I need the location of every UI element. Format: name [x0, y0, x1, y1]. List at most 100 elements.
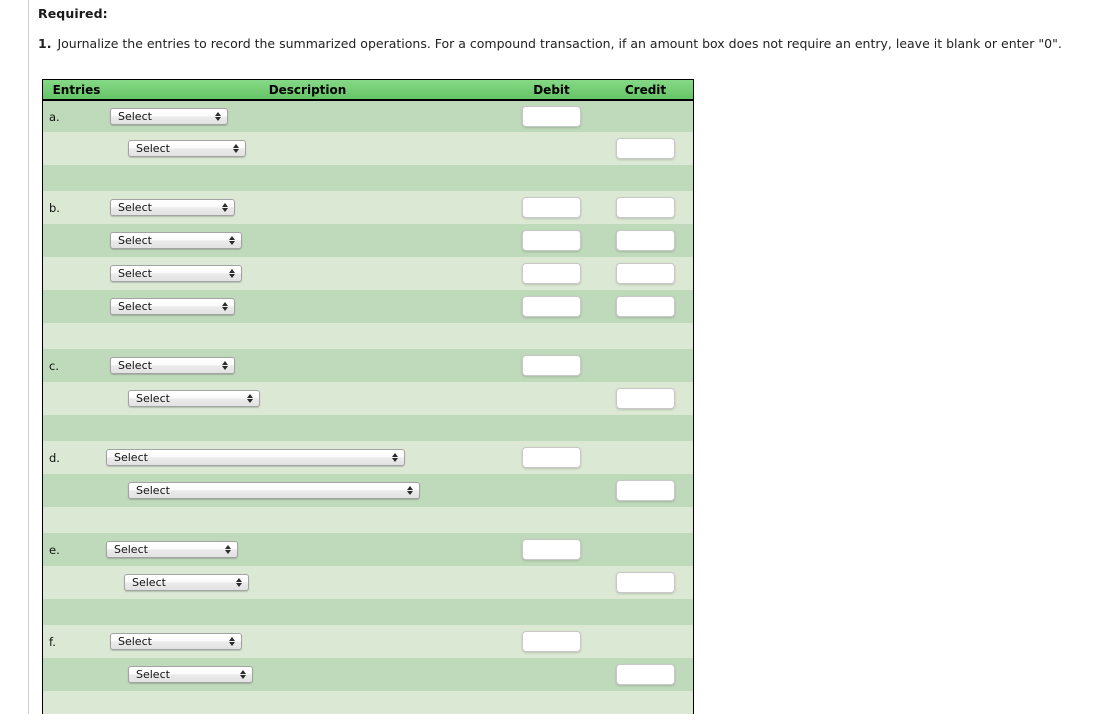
- table-spacer-row: [43, 165, 693, 191]
- cell-credit: [598, 441, 693, 474]
- table-spacer-row: [43, 691, 693, 714]
- account-select-label: Select: [136, 484, 170, 497]
- cell-debit: [505, 415, 598, 441]
- cell-description: Select: [110, 625, 505, 658]
- select-stepper-arrows-icon: [222, 542, 233, 557]
- account-select[interactable]: Select: [110, 199, 235, 216]
- cell-entries: c.: [43, 349, 110, 382]
- account-select[interactable]: Select: [110, 633, 242, 650]
- credit-amount-input[interactable]: [616, 138, 675, 159]
- debit-amount-input[interactable]: [522, 539, 581, 560]
- cell-description: Select: [110, 349, 505, 382]
- account-select[interactable]: Select: [110, 357, 235, 374]
- cell-description: Select: [110, 224, 505, 257]
- account-select-label: Select: [118, 300, 152, 313]
- credit-amount-input[interactable]: [616, 230, 675, 251]
- table-row: Select: [43, 224, 693, 257]
- account-select-label: Select: [136, 668, 170, 681]
- select-stepper-arrows-icon: [226, 634, 237, 649]
- credit-amount-input[interactable]: [616, 197, 675, 218]
- select-stepper-arrows-icon: [404, 483, 415, 498]
- table-row: c. Select: [43, 349, 693, 382]
- cell-credit: [598, 474, 693, 507]
- cell-entries: b.: [43, 191, 110, 224]
- journal-entry-table: Entries Description Debit Credit a. Selec…: [42, 79, 694, 714]
- credit-amount-input[interactable]: [616, 480, 675, 501]
- cell-description: Select: [110, 566, 505, 599]
- debit-amount-input[interactable]: [522, 296, 581, 317]
- credit-amount-input[interactable]: [616, 388, 675, 409]
- account-select[interactable]: Select: [128, 482, 420, 499]
- cell-description: Select: [110, 474, 505, 507]
- column-header-debit: Debit: [533, 82, 570, 97]
- cell-entries: d.: [43, 441, 110, 474]
- cell-debit: [505, 441, 598, 474]
- account-select[interactable]: Select: [110, 265, 242, 282]
- table-row: a. Select: [43, 101, 693, 132]
- credit-amount-input[interactable]: [616, 572, 675, 593]
- table-row: b. Select: [43, 191, 693, 224]
- cell-debit: [505, 599, 598, 625]
- account-select-label: Select: [118, 267, 152, 280]
- cell-credit: [598, 257, 693, 290]
- table-row: Select: [43, 132, 693, 165]
- cell-entries: [43, 415, 110, 441]
- debit-amount-input[interactable]: [522, 355, 581, 376]
- instruction-number: 1.: [38, 36, 52, 51]
- cell-debit: [505, 132, 598, 165]
- entry-letter: f.: [49, 634, 56, 649]
- cell-description: [110, 323, 505, 349]
- cell-description: Select: [106, 441, 505, 474]
- debit-amount-input[interactable]: [522, 631, 581, 652]
- cell-entries: [43, 224, 110, 257]
- cell-credit: [598, 566, 693, 599]
- account-select[interactable]: Select: [128, 390, 260, 407]
- debit-amount-input[interactable]: [522, 197, 581, 218]
- credit-amount-input[interactable]: [616, 664, 675, 685]
- account-select[interactable]: Select: [128, 666, 253, 683]
- debit-amount-input[interactable]: [522, 106, 581, 127]
- cell-description: Select: [110, 132, 505, 165]
- select-stepper-arrows-icon: [237, 667, 248, 682]
- account-select[interactable]: Select: [128, 140, 246, 157]
- account-select[interactable]: Select: [110, 108, 228, 125]
- entry-letter: a.: [49, 109, 60, 124]
- table-spacer-row: [43, 323, 693, 349]
- account-select[interactable]: Select: [106, 541, 238, 558]
- required-heading: Required:: [38, 6, 108, 21]
- table-row: d. Select: [43, 441, 693, 474]
- cell-credit: [598, 191, 693, 224]
- credit-amount-input[interactable]: [616, 263, 675, 284]
- account-select[interactable]: Select: [124, 574, 249, 591]
- table-spacer-row: [43, 415, 693, 441]
- account-select-label: Select: [118, 110, 152, 123]
- instruction-text: Journalize the entries to record the sum…: [57, 36, 1062, 51]
- table-row: Select: [43, 658, 693, 691]
- cell-description: [110, 691, 505, 714]
- account-select[interactable]: Select: [110, 232, 242, 249]
- select-stepper-arrows-icon: [226, 266, 237, 281]
- debit-amount-input[interactable]: [522, 263, 581, 284]
- cell-debit: [505, 290, 598, 323]
- cell-entries: [43, 507, 110, 533]
- cell-entries: [43, 132, 110, 165]
- cell-credit: [598, 165, 693, 191]
- cell-credit: [598, 658, 693, 691]
- cell-credit: [598, 349, 693, 382]
- cell-entries: a.: [43, 101, 110, 132]
- debit-amount-input[interactable]: [522, 230, 581, 251]
- cell-debit: [505, 507, 598, 533]
- column-header-description: Description: [268, 82, 347, 97]
- table-row: Select: [43, 257, 693, 290]
- account-select[interactable]: Select: [106, 449, 405, 466]
- cell-description: Select: [106, 533, 505, 566]
- account-select-label: Select: [118, 201, 152, 214]
- cell-description: [110, 165, 505, 191]
- cell-description: [110, 415, 505, 441]
- account-select[interactable]: Select: [110, 298, 235, 315]
- cell-description: Select: [110, 658, 505, 691]
- select-stepper-arrows-icon: [389, 450, 400, 465]
- credit-amount-input[interactable]: [616, 296, 675, 317]
- debit-amount-input[interactable]: [522, 447, 581, 468]
- cell-credit: [598, 290, 693, 323]
